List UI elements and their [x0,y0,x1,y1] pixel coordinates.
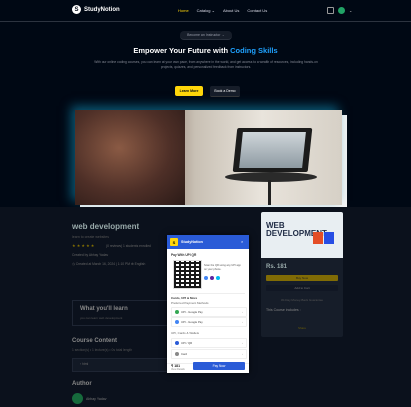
html5-icon [313,232,323,244]
hero-video[interactable] [75,110,342,205]
author-heading: Author [72,381,92,387]
payment-option-name: Card [181,352,188,356]
add-to-cart-button[interactable]: Add to Cart [266,285,338,291]
upi-icon [175,341,179,345]
course-includes: This Course includes : [266,308,301,312]
chevron-right-icon: › [242,352,243,356]
qr-instructions: Scan the QR using any UPI app on your ph… [204,264,241,271]
razorpay-checkout-modal: S StudyNotion × Pay With UPI QR Scan the… [167,235,249,373]
nav-links: Home Catalog ⌄ About Us Contact Us [178,8,267,13]
chevron-right-icon: › [242,341,243,345]
reviews-count: (0 reviews) 1 students enrolled [106,244,151,248]
close-icon[interactable]: × [241,239,243,244]
video-person [75,110,185,205]
nav-link-catalog[interactable]: Catalog ⌄ [197,8,215,13]
nav-link-catalog-label: Catalog [196,8,211,13]
hero-title: Empower Your Future with Coding Skills [0,46,411,55]
video-table [225,172,317,182]
author-avatar [72,393,83,404]
created-by: Created by Abhay Yadav [72,253,109,257]
payment-option-name: UPI / QR [181,341,193,345]
upi-cards-wallets-label: UPI, Cards & Wallets [171,331,200,335]
author-name: Abhay Yadav [86,397,107,401]
course-price: Rs. 181 [266,264,288,270]
what-you-learn-text: you can learn web development [80,316,123,320]
merchant-name: StudyNotion [181,240,203,244]
razorpay-header [167,235,249,249]
course-description: learn to create websites [72,235,109,239]
book-demo-button[interactable]: Book a Demo [210,86,240,97]
top-navbar: S StudyNotion Home Catalog ⌄ About Us Co… [0,0,411,22]
brand-name: StudyNotion [84,6,120,13]
profile-avatar[interactable] [338,7,345,14]
cards-upi-more-label: Cards, UPI & More [171,296,198,300]
payment-method-row[interactable]: UPI - Google Pay › [171,307,247,317]
css3-icon [324,232,334,244]
upi-qr-label: Pay With UPI QR [171,253,197,257]
logo-icon: S [72,5,81,14]
share-button[interactable]: Share [266,326,338,330]
rating-stars: ★ ★ ★ ★ ★ [72,243,95,248]
cart-icon[interactable] [327,7,334,14]
nav-link-contact[interactable]: Contact Us [247,8,267,13]
upi-apps [204,276,220,280]
merchant-logo-icon: S [170,238,178,246]
card-icon [175,352,179,356]
gpay-icon [204,276,208,280]
pay-now-button[interactable]: Pay Now [193,362,245,370]
gpay-icon [175,320,179,324]
nav-icons: ⌄ [327,7,352,14]
course-meta: ◷ Created at March 16, 2024 | 1:10 PM ⊕ … [72,262,146,266]
hero-subtitle: With our online coding courses, you can … [94,60,318,69]
nav-link-about[interactable]: About Us [223,8,239,13]
nav-link-home[interactable]: Home [178,8,189,13]
course-thumbnail: WEB DEVELOPMENT [261,212,343,258]
what-you-learn-heading: What you'll learn [80,306,128,312]
payment-method-name: UPI - Google Pay [181,310,203,314]
section-name: › html [80,362,89,366]
payment-option-row[interactable]: Card › [171,349,247,359]
hero-title-plain: Empower Your Future with [133,46,231,55]
buy-now-button[interactable]: Buy Now [266,275,338,281]
money-back-guarantee: 30-Day Money-Back Guarantee [280,298,324,302]
course-content-meta: 1 section(s) • 1 lecture(s) • 0s total l… [72,348,133,352]
video-laptop-screen [239,132,306,168]
gpay-icon [175,310,179,314]
payment-method-row[interactable]: UPI - Google Pay › [171,317,247,327]
paytm-icon [216,276,220,280]
payment-method-name: UPI - Google Pay [181,320,203,324]
payment-option-row[interactable]: UPI / QR › [171,338,247,348]
phonepe-icon [210,276,214,280]
video-table-leg [268,180,271,205]
chevron-down-icon[interactable]: ⌄ [349,8,352,13]
logo[interactable]: S StudyNotion [72,5,120,14]
chevron-down-icon: ⌄ [211,8,215,13]
preferred-methods-label: Preferred Payment Methods [171,301,209,305]
divider [171,293,245,294]
hero-title-highlight: Coding Skills [230,46,278,55]
learn-more-button[interactable]: Learn More [175,86,203,96]
course-title: web development [72,222,140,231]
chevron-right-icon: › [242,320,243,324]
course-content-heading: Course Content [72,338,117,344]
view-details-link[interactable]: View Details [171,368,185,371]
chevron-right-icon: › [242,310,243,314]
become-instructor-button[interactable]: Become an Instructor → [180,31,232,40]
qr-code [173,260,202,289]
